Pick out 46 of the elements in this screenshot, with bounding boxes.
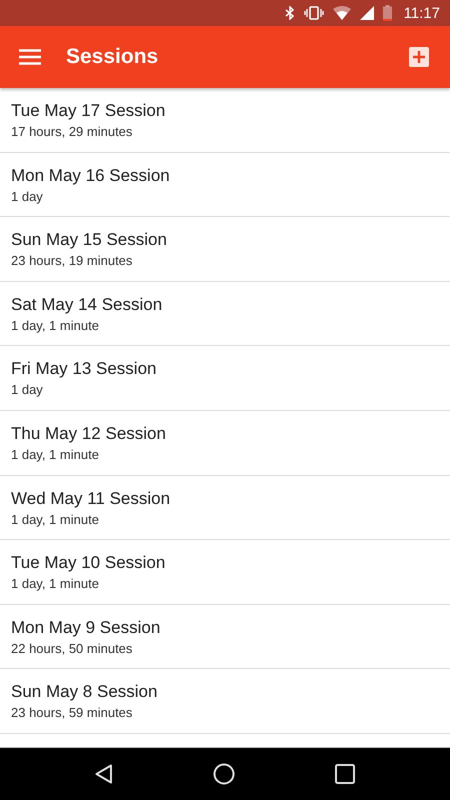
session-title: Sun May 15 Session — [11, 230, 168, 250]
session-item[interactable]: Fri May 13 Session 1 day — [0, 346, 450, 411]
session-title: Tue May 17 Session — [11, 101, 166, 121]
session-title: Thu May 12 Session — [11, 424, 167, 444]
session-duration: 23 hours, 59 minutes — [11, 704, 134, 722]
back-icon — [95, 764, 113, 784]
home-button[interactable] — [213, 763, 235, 785]
back-button[interactable] — [95, 764, 113, 784]
session-item[interactable]: Tue May 17 Session 17 hours, 29 minutes — [0, 88, 450, 153]
session-item[interactable]: Mon May 9 Session 22 hours, 50 minutes — [0, 604, 450, 670]
session-duration: 1 day, 1 minute — [11, 446, 100, 464]
session-item[interactable]: Thu May 12 Session 1 day, 1 minute — [0, 410, 450, 476]
bluetooth-icon — [284, 6, 295, 20]
signal-icon — [360, 6, 374, 20]
session-duration: 1 day, 1 minute — [11, 510, 100, 529]
session-item[interactable]: Sun May 15 Session 23 hours, 19 minutes — [0, 217, 450, 282]
app-title: Sessions — [66, 45, 160, 69]
session-title: Tue May 10 Session — [11, 553, 166, 574]
wifi-icon — [332, 6, 351, 20]
session-title: Sat May 14 Session — [11, 294, 164, 315]
clock-time: 11:17 — [404, 4, 440, 22]
session-item[interactable]: Sat May 14 Session 1 day, 1 minute — [0, 282, 450, 346]
session-item[interactable]: Tue May 10 Session 1 day, 1 minute — [0, 540, 450, 605]
session-duration: 22 hours, 50 minutes — [11, 640, 134, 658]
session-title: Sun May 8 Session — [11, 682, 158, 702]
session-item[interactable]: Sun May 8 Session 23 hours, 59 minutes — [0, 669, 450, 734]
session-item[interactable]: Wed May 11 Session 1 day, 1 minute — [0, 476, 450, 540]
recents-icon — [335, 764, 355, 784]
session-title: Wed May 11 Session — [11, 488, 172, 509]
session-duration: 1 day, 1 minute — [11, 575, 100, 594]
session-duration: 1 day — [11, 188, 44, 206]
home-icon — [213, 763, 235, 785]
session-duration: 17 hours, 29 minutes — [11, 123, 134, 141]
session-title: Mon May 16 Session — [11, 166, 171, 186]
session-title: Fri May 13 Session — [11, 359, 158, 380]
session-duration: 23 hours, 19 minutes — [11, 252, 134, 270]
add-button[interactable] — [409, 47, 429, 67]
session-item[interactable]: Mon May 16 Session 1 day — [0, 152, 450, 218]
session-duration: 1 day, 1 minute — [11, 316, 100, 335]
session-title: Mon May 9 Session — [11, 618, 162, 638]
battery-icon — [382, 5, 392, 21]
vibrate-icon — [304, 6, 324, 20]
recents-button[interactable] — [335, 764, 355, 784]
menu-icon — [19, 49, 41, 65]
plus-icon — [409, 47, 429, 67]
session-duration: 1 day — [11, 381, 44, 400]
